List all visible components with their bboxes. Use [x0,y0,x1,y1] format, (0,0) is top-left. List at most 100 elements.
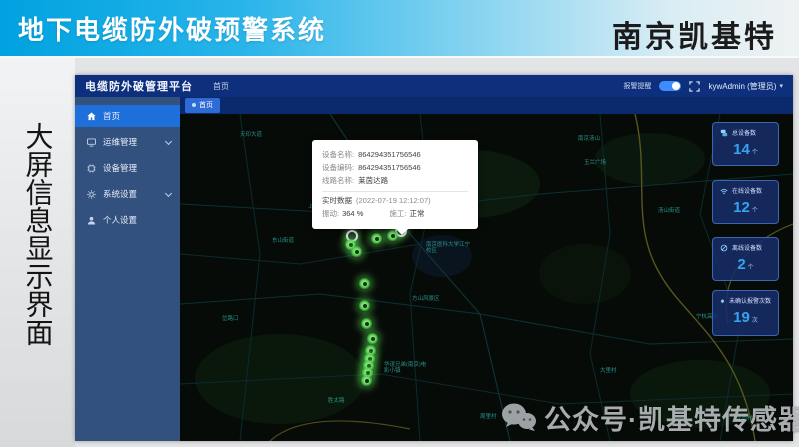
stat-value: 14 [733,141,750,158]
user-name: kywAdmin (管理员) [708,81,777,91]
map-place-label: 胜太路 [328,398,345,404]
platform-header: 电缆防外破管理平台 首页 报警提醒 kywAdmin (管理员) ▾ [75,75,793,97]
stat-label: 未确认报警次数 [728,299,771,305]
devices-icon [720,129,728,136]
metric-vibration: 振动: 364 % [322,209,364,218]
map-place-label: 南京医科大学江宁校区 [426,242,471,254]
alarm-toggle-label: 报警提醒 [623,83,652,90]
stat-value: 12 [733,199,750,216]
breadcrumb[interactable]: 首页 [213,81,229,92]
map-place-label: 南京汤山 [578,136,601,142]
vertical-caption: 大屏信息显示界面 [22,122,54,346]
alarm-toggle[interactable] [659,81,682,91]
home-icon [87,111,96,120]
realtime-timestamp: (2022-07-19 12:12:07) [356,196,431,205]
popup-row-device-code: 设备编码: 864294351756546 [322,161,468,174]
chevron-down-icon [164,137,173,146]
map-place-label: 大里村 [600,368,617,374]
sidebar-item-home[interactable]: 首页 [75,105,180,127]
map-place-label: 华谊兄弟(南京)电影小镇 [384,362,427,374]
stat-card-unconfirmed-alarms: 未确认报警次数 19 次 [712,290,779,336]
field-label: 线路名称: [322,176,355,185]
watermark: 公众号·凯基特传感器 [500,398,799,437]
sidebar-item-devices[interactable]: 设备管理 [75,157,180,179]
field-value: 864294351756546 [358,163,421,172]
stat-card-header: 在线设备数 [720,186,771,195]
sidebar-item-label: 系统设置 [103,189,138,199]
field-value: 864294351756546 [358,150,421,159]
map-place-label: 方山风景区 [412,296,440,302]
popup-row-line-name: 线路名称: 莱茵达路 [322,174,468,187]
stat-card-online-devices: 在线设备数 12 个 [712,180,779,224]
device-popup: 设备名称: 864294351756546 设备编码: 86429435175654… [312,140,478,235]
fullscreen-icon[interactable] [689,80,701,92]
field-value: 莱茵达路 [358,176,389,185]
map-place-label: 天印大道 [240,132,263,138]
company-brand: 南京凯基特 [612,21,777,54]
map-roads [180,114,793,441]
popup-divider [322,191,468,192]
map-marker-device[interactable] [360,374,373,387]
platform-window: 电缆防外破管理平台 首页 报警提醒 kywAdmin (管理员) ▾ 首页 首页 [75,75,793,441]
stat-card-total-devices: 总设备数 14 个 [712,122,779,166]
stat-unit: 个 [751,208,758,214]
user-menu[interactable]: kywAdmin (管理员) ▾ [708,81,783,92]
map-place-label: 玉兰广场 [584,160,607,166]
chevron-down-icon: ▾ [779,83,783,90]
top-banner: 地下电缆防外破预警系统 南京凯基特 [0,0,799,58]
stat-value: 2 [737,256,746,273]
sidebar-item-label: 首页 [103,111,121,121]
tab-bar: 首页 [180,97,793,114]
field-label: 设备编码: [322,163,355,172]
field-label: 设备名称: [322,150,355,159]
realtime-label: 实时数据 [322,196,352,205]
sidebar-item-label: 个人设置 [103,215,138,225]
wechat-icon [502,403,536,431]
sidebar-item-settings[interactable]: 系统设置 [75,183,180,205]
map-marker-device[interactable] [358,277,371,290]
map-place-label: 东山街道 [272,238,295,244]
stat-label: 在线设备数 [732,189,763,195]
stat-value: 19 [733,309,750,326]
map-marker-device[interactable] [360,317,373,330]
tab-home[interactable]: 首页 [185,98,220,113]
stat-card-header: 离线设备数 [720,243,771,252]
ops-management-icon [87,137,96,147]
toggle-knob [672,82,681,90]
online-icon [720,188,728,194]
user-icon [87,216,96,225]
header-right-cluster: 报警提醒 kywAdmin (管理员) ▾ [623,75,783,97]
sidebar-item-label: 运维管理 [103,137,138,147]
map-place-label: 岔路口 [222,316,239,322]
stat-unit: 个 [747,265,754,271]
bell-icon [720,299,725,303]
stat-label: 总设备数 [732,131,757,137]
left-caption-strip: 大屏信息显示界面 [0,58,75,447]
map-marker-device[interactable] [350,245,363,258]
map-marker-device[interactable] [358,299,371,312]
stat-card-header: 总设备数 [720,128,771,137]
sidebar-item-label: 设备管理 [103,163,138,173]
sidebar-item-profile[interactable]: 个人设置 [75,209,180,231]
popup-metrics-row: 振动: 364 % 施工: 正常 [322,207,468,220]
stat-unit: 次 [751,318,758,324]
popup-row-device-name: 设备名称: 864294351756546 [322,148,468,161]
sidebar: 首页 运维管理 设备管理 系统设置 个人设置 [75,97,180,441]
stat-unit: 个 [751,150,758,156]
chevron-down-icon [164,189,173,198]
stat-label: 离线设备数 [732,246,763,252]
tab-dot-icon [192,103,196,107]
map-place-label: 汤山街道 [658,208,681,214]
map-place-label: 周里村 [480,414,497,420]
watermark-text: 公众号·凯基特传感器 [544,405,799,435]
popup-realtime-row: 实时数据 (2022-07-19 12:12:07) [322,195,468,207]
sidebar-item-ops[interactable]: 运维管理 [75,131,180,153]
tab-home-label: 首页 [199,102,213,109]
device-management-icon [87,163,96,173]
map-canvas[interactable]: 设备名称: 864294351756546 设备编码: 86429435175654… [180,114,793,441]
map-marker-device[interactable] [370,232,383,245]
metric-construction: 施工: 正常 [389,209,425,218]
stat-card-offline-devices: 离线设备数 2个 [712,237,779,281]
gear-icon [87,189,96,199]
map-marker-device[interactable] [366,332,379,345]
